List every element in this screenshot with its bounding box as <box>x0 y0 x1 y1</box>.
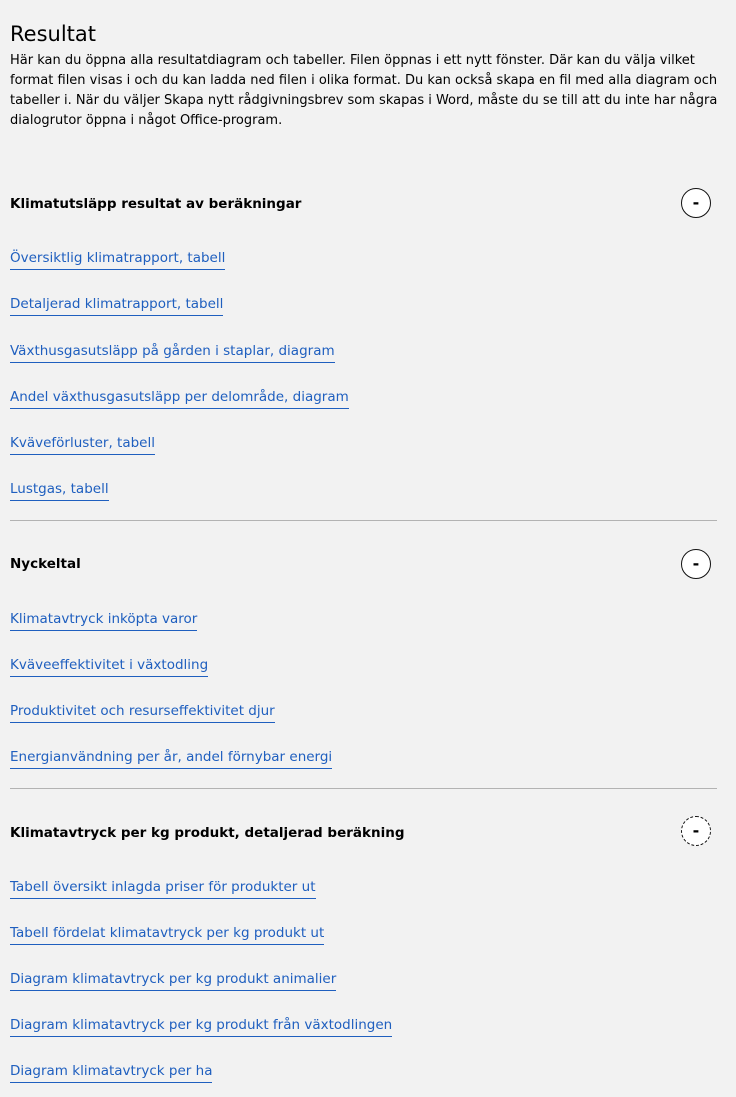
link-productivity-animals[interactable]: Produktivitet och resurseffektivitet dju… <box>10 701 275 723</box>
link-diagram-per-ha[interactable]: Diagram klimatavtryck per ha <box>10 1061 213 1083</box>
collapse-toggle-climate-emissions[interactable]: - <box>681 188 711 218</box>
section-divider <box>10 520 717 521</box>
link-diagram-crop-products[interactable]: Diagram klimatavtryck per kg produkt frå… <box>10 1015 393 1037</box>
collapse-toggle-key-figures[interactable]: - <box>681 549 711 579</box>
collapse-minus-icon: - <box>692 193 700 212</box>
results-page: Resultat Här kan du öppna alla resultatd… <box>0 0 736 1097</box>
link-detailed-climate-report[interactable]: Detaljerad klimatrapport, tabell <box>10 294 224 316</box>
link-ghg-share-subarea[interactable]: Andel växthusgasutsläpp per delområde, d… <box>10 387 349 409</box>
link-overview-climate-report[interactable]: Översiktlig klimatrapport, tabell <box>10 248 226 270</box>
link-diagram-animal-products[interactable]: Diagram klimatavtryck per kg produkt ani… <box>10 969 337 991</box>
section-title-key-figures: Nyckeltal <box>10 556 81 572</box>
collapse-minus-icon: - <box>692 554 700 573</box>
section-title-climate-emissions: Klimatutsläpp resultat av beräkningar <box>10 196 302 212</box>
link-nitrogen-efficiency[interactable]: Kväveeffektivitet i växtodling <box>10 655 209 677</box>
section-divider <box>10 788 717 789</box>
page-title: Resultat <box>10 22 96 46</box>
collapse-minus-icon: - <box>692 821 700 840</box>
link-purchased-goods-footprint[interactable]: Klimatavtryck inköpta varor <box>10 609 198 631</box>
link-energy-use[interactable]: Energianvändning per år, andel förnybar … <box>10 747 333 769</box>
link-table-product-prices[interactable]: Tabell översikt inlagda priser för produ… <box>10 877 316 899</box>
link-nitrogen-losses[interactable]: Kväveförluster, tabell <box>10 433 155 455</box>
section-title-footprint-per-kg: Klimatavtryck per kg produkt, detaljerad… <box>10 825 405 841</box>
intro-description: Här kan du öppna alla resultatdiagram oc… <box>10 53 718 128</box>
link-table-footprint-per-kg[interactable]: Tabell fördelat klimatavtryck per kg pro… <box>10 923 325 945</box>
link-nitrous-oxide[interactable]: Lustgas, tabell <box>10 479 109 501</box>
collapse-toggle-footprint-per-kg[interactable]: - <box>681 816 711 846</box>
link-ghg-emissions-bars[interactable]: Växthusgasutsläpp på gården i staplar, d… <box>10 341 335 363</box>
